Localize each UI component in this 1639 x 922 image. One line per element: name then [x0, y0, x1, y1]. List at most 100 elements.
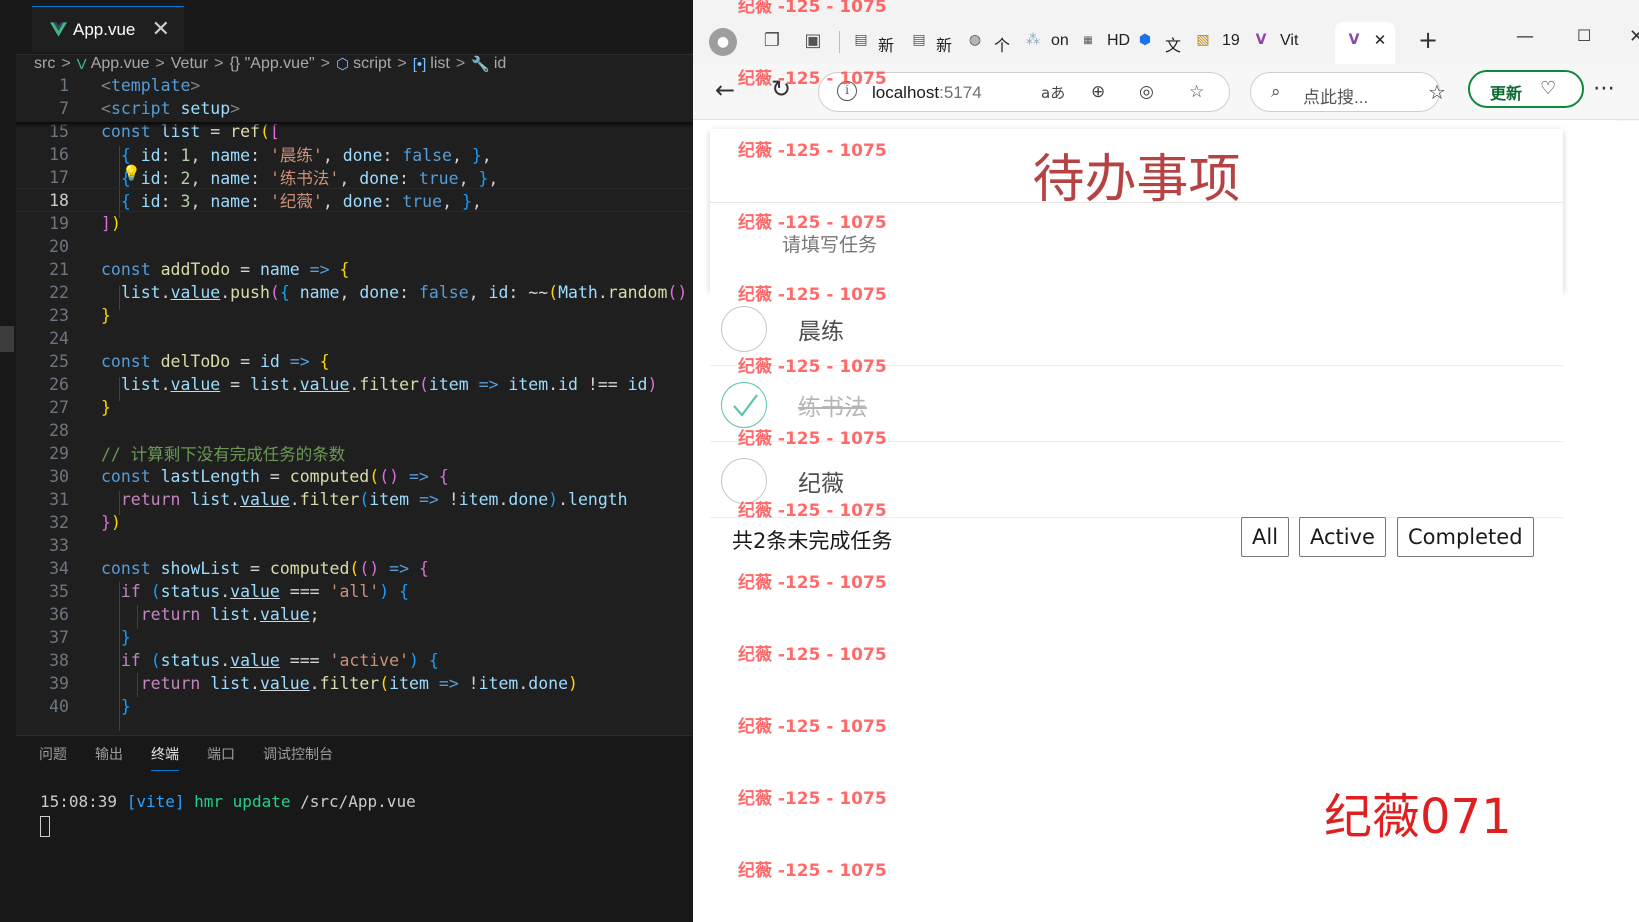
filter-active-button[interactable]: Active [1299, 517, 1386, 557]
favorite-star-icon[interactable]: ☆ [1189, 82, 1204, 102]
header-divider [710, 202, 1563, 203]
code-line: 32}) [16, 510, 693, 534]
terminal-output[interactable]: 15:08:39 [vite] hmr update /src/App.vue [40, 792, 416, 811]
line-number: 27 [49, 397, 69, 417]
close-tab-icon[interactable]: ✕ [1369, 29, 1391, 51]
line-number: 16 [49, 144, 69, 164]
code-line: 7 <script setup> [16, 96, 693, 120]
code-line: 29// 计算剩下没有完成任务的条数 [16, 441, 693, 465]
info-icon[interactable]: i [837, 81, 857, 101]
panel-tab-ports[interactable]: 端口 [207, 744, 235, 771]
editor-tab-label: App.vue [73, 19, 136, 39]
line-number: 23 [49, 305, 69, 325]
line-number: 7 [59, 98, 69, 118]
breadcrumb-id[interactable]: id [494, 55, 506, 73]
scroll-marker [0, 326, 14, 352]
code-area[interactable]: 1 <template> 7 <script setup> 15 const list… [16, 76, 693, 731]
browser-tab-label[interactable]: 个 [994, 32, 1010, 56]
refresh-icon[interactable]: ↻ [771, 75, 791, 103]
line-number: 17 [49, 167, 69, 187]
tab-actions-icon[interactable]: ▣ [802, 29, 824, 51]
maximize-icon[interactable]: ☐ [1577, 26, 1591, 45]
panel-tab-output[interactable]: 输出 [95, 744, 123, 771]
breadcrumb-list[interactable]: list [430, 55, 450, 73]
filter-all-button[interactable]: All [1241, 517, 1290, 557]
code-line: 35 if (status.value === 'all') { [16, 579, 693, 603]
browser-tab-label[interactable]: Vit [1280, 32, 1298, 50]
new-todo-input[interactable] [782, 225, 1482, 265]
line-number: 40 [49, 696, 69, 716]
browser-tab-label[interactable]: on [1051, 32, 1069, 50]
code-line: 17 { id: 2, name: '练书法', done: true, }, [16, 165, 693, 189]
profile-avatar[interactable]: ● [709, 28, 737, 56]
vue-logo-icon [50, 22, 67, 37]
browser-window: ● ❐ ▣ ▤ 新 ▤ 新 ◍ 个 ⁂ on ▦ HD ⬢ 文 ▧ 19 V V… [693, 0, 1639, 922]
panel-tab-problems[interactable]: 问题 [39, 744, 67, 771]
address-bar[interactable]: i localhost:5174 aあ ⊕ ◎ ☆ [818, 72, 1230, 112]
lightbulb-icon[interactable]: 💡 [122, 164, 141, 182]
breadcrumb-src[interactable]: src [34, 55, 55, 73]
breadcrumb-vetur[interactable]: Vetur [171, 55, 208, 73]
editor-tab-app-vue[interactable]: App.vue ✕ [32, 6, 184, 52]
close-tab-icon[interactable]: ✕ [152, 17, 170, 42]
todo-checkbox[interactable] [721, 306, 767, 352]
minimize-icon[interactable]: — [1516, 26, 1534, 47]
line-number: 38 [49, 650, 69, 670]
read-aloud-icon[interactable]: aあ [1041, 82, 1065, 103]
code-line: 1 <template> [16, 76, 693, 97]
code-line: 39 return list.value.filter(item => !ite… [16, 671, 693, 695]
browser-tab-label[interactable]: 新 [878, 32, 894, 56]
todo-app-page: 待办事项 晨练 练书法 纪薇 共2条未完成任务 All Active Compl… [693, 121, 1639, 922]
todo-label[interactable]: 练书法 [798, 388, 867, 422]
code-line: 21 const addTodo = name => { [16, 257, 693, 281]
tab-favicon-icon: ⁂ [1026, 32, 1040, 48]
close-window-icon[interactable]: ✕ [1629, 26, 1639, 47]
browser-tab-label[interactable]: 文 [1165, 32, 1181, 56]
breadcrumb-script[interactable]: script [353, 55, 391, 73]
todo-label[interactable]: 纪薇 [798, 464, 844, 498]
browser-tab-label[interactable]: 19 [1222, 32, 1240, 50]
code-line: 30 const lastLength = computed(() => { [16, 464, 693, 488]
line-number: 33 [49, 535, 69, 555]
line-number: 37 [49, 627, 69, 647]
breadcrumb: src > V App.vue > Vetur > {} "App.vue" > ⬡ scr… [34, 55, 507, 73]
panel-tab-debug-console[interactable]: 调试控制台 [263, 744, 333, 771]
code-line: 19]) [16, 211, 693, 235]
code-line: 36 return list.value; [16, 602, 693, 626]
new-tab-icon[interactable]: + [1417, 26, 1439, 54]
address-url[interactable]: localhost:5174 [872, 83, 982, 103]
sticky-scroll-shadow [16, 122, 693, 128]
tab-favicon-icon: ▤ [854, 32, 868, 48]
panel-tab-terminal[interactable]: 终端 [151, 744, 179, 771]
zoom-icon[interactable]: ⊕ [1091, 82, 1105, 102]
code-line: 33 [16, 533, 693, 557]
globe-icon: ◍ [968, 32, 982, 48]
update-button[interactable]: 更新 ♡ [1468, 70, 1584, 108]
back-arrow-icon[interactable]: ← [715, 76, 735, 104]
line-number: 29 [49, 443, 69, 463]
todo-label[interactable]: 晨练 [798, 312, 844, 346]
favorites-icon[interactable]: ☆ [1428, 80, 1446, 104]
browser-tab-label[interactable]: HD [1107, 32, 1130, 50]
line-number: 19 [49, 213, 69, 233]
breadcrumb-module[interactable]: {} "App.vue" [229, 55, 314, 73]
workspaces-icon[interactable]: ❐ [761, 29, 783, 51]
breadcrumb-app-vue[interactable]: App.vue [91, 55, 150, 73]
filter-completed-button[interactable]: Completed [1397, 517, 1534, 557]
todo-checkbox[interactable] [721, 458, 767, 504]
todo-item: 晨练 [710, 291, 1563, 366]
edge-shopping-icon[interactable]: ◎ [1139, 82, 1154, 102]
cube-icon: ⬡ [336, 56, 350, 73]
signature-text: 纪薇071 [1324, 789, 1512, 845]
code-editor-window: App.vue ✕ src > V App.vue > Vetur > {} "App.… [0, 0, 693, 922]
line-number: 36 [49, 604, 69, 624]
more-menu-icon[interactable]: ⋯ [1593, 76, 1615, 101]
todo-checkbox-checked[interactable] [721, 382, 767, 428]
search-placeholder: 点此搜... [1303, 88, 1369, 107]
code-line: 27} [16, 395, 693, 419]
line-number: 35 [49, 581, 69, 601]
vite-icon: V [1348, 32, 1360, 48]
line-number: 20 [49, 236, 69, 256]
search-box[interactable]: ⌕ 点此搜... [1250, 72, 1440, 112]
browser-tab-label[interactable]: 新 [936, 32, 952, 56]
